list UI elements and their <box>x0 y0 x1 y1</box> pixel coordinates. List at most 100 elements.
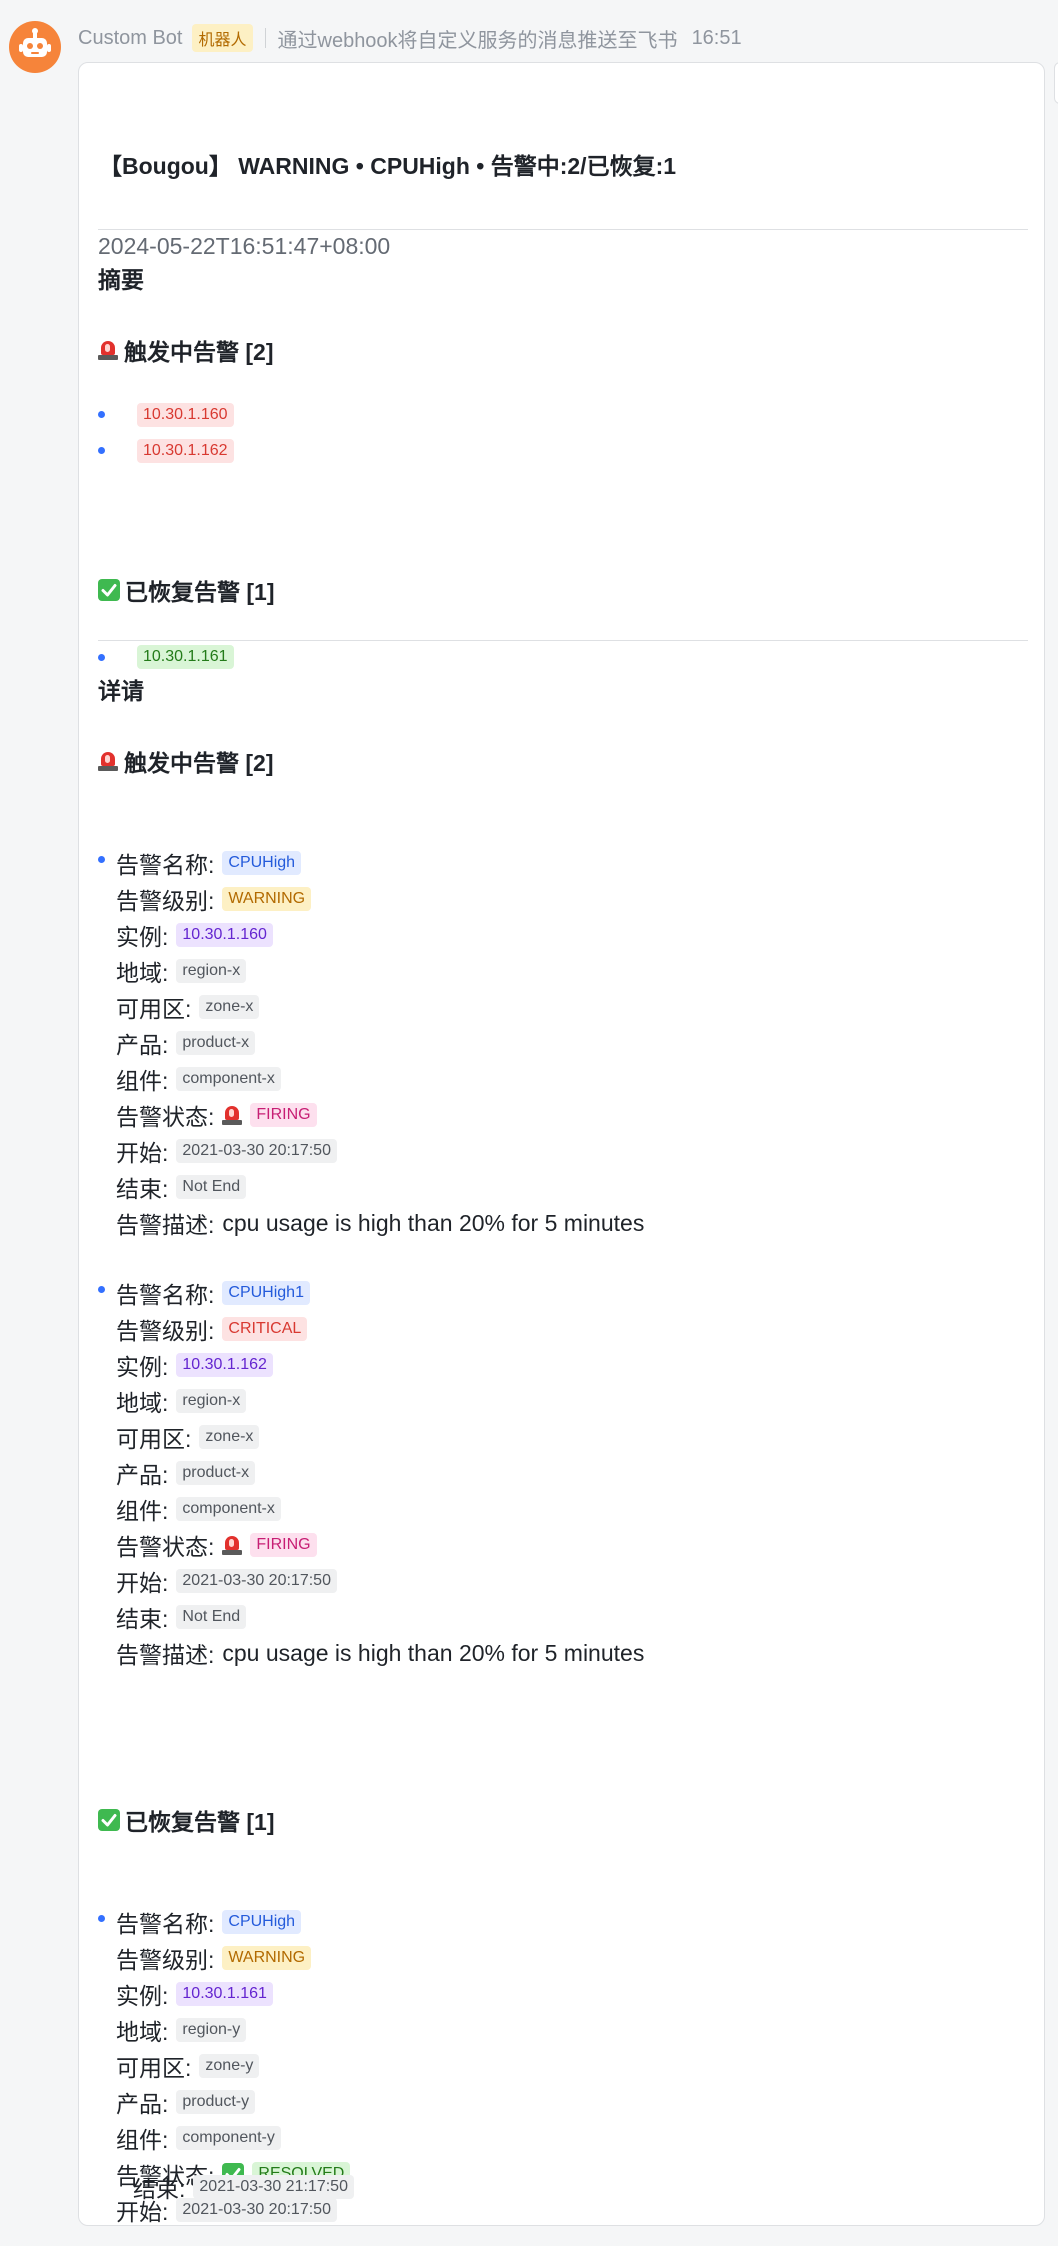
firing-instance-tag: 10.30.1.160 <box>137 403 234 427</box>
message-header: Custom Bot 机器人 通过webhook将自定义服务的消息推送至飞书 1… <box>78 24 742 52</box>
rotating-light-icon <box>98 339 118 361</box>
alert-name-label: 告警名称: <box>116 852 215 878</box>
divider <box>264 28 266 48</box>
adjacent-panel-edge <box>1054 62 1058 104</box>
alert-component-label: 组件: <box>116 1498 169 1524</box>
alert-component-label: 组件: <box>116 2127 169 2153</box>
divider <box>98 640 1028 641</box>
card-timestamp: 2024-05-22T16:51:47+08:00 <box>98 233 391 259</box>
bot-description: 通过webhook将自定义服务的消息推送至飞书 <box>277 29 678 52</box>
summary-resolved-heading-text: 已恢复告警 [1] <box>125 579 275 605</box>
alert-name-tag: CPUHigh <box>222 1910 302 1934</box>
alert-end-label: 结束: <box>133 2176 186 2202</box>
bullet <box>98 411 105 418</box>
alert-description: cpu usage is high than 20% for 5 minutes <box>222 1209 645 1236</box>
alert-product-label: 产品: <box>116 1032 169 1058</box>
alert-component-label: 组件: <box>116 1068 169 1094</box>
summary-firing-heading: 触发中告警 [2] <box>98 333 274 367</box>
alert-product-tag: product-x <box>176 1031 256 1055</box>
alert-desc-label: 告警描述: <box>116 1212 215 1238</box>
details-firing-heading-text: 触发中告警 [2] <box>124 750 274 776</box>
alert-end-row: 结束: 2021-03-30 21:17:50 <box>133 2171 354 2203</box>
alert-name-label: 告警名称: <box>116 1911 215 1937</box>
alert-desc-label: 告警描述: <box>116 1642 215 1668</box>
details-firing-heading: 触发中告警 [2] <box>98 744 274 778</box>
alert-region-tag: region-x <box>176 959 247 983</box>
bullet <box>98 1286 105 1293</box>
alert-component-tag: component-y <box>176 2126 281 2150</box>
bullet <box>98 856 105 863</box>
alert-status-label: 告警状态: <box>116 1534 215 1560</box>
resolved-instance-tag: 10.30.1.161 <box>137 645 234 669</box>
alert-region-label: 地域: <box>116 1390 169 1416</box>
alert-region-tag: region-y <box>176 2018 247 2042</box>
alert-name-label: 告警名称: <box>116 1282 215 1308</box>
card-title: 【Bougou】 WARNING • CPUHigh • 告警中:2/已恢复:1 <box>99 153 677 179</box>
bullet <box>98 654 105 661</box>
details-resolved-heading-text: 已恢复告警 [1] <box>125 1809 275 1835</box>
alert-level-label: 告警级别: <box>116 888 215 914</box>
alert-zone-tag: zone-x <box>199 995 260 1019</box>
alert-level-label: 告警级别: <box>116 1947 215 1973</box>
alert-start-label: 开始: <box>116 1140 169 1166</box>
alert-description: cpu usage is high than 20% for 5 minutes <box>222 1639 645 1666</box>
alert-instance-tag: 10.30.1.162 <box>176 1353 273 1377</box>
rotating-light-icon <box>98 750 118 772</box>
alert-end-tag: 2021-03-30 21:17:50 <box>193 2175 354 2199</box>
check-mark-button-icon <box>98 1809 120 1831</box>
alert-name-tag: CPUHigh <box>222 851 302 875</box>
alert-start-label: 开始: <box>116 1570 169 1596</box>
alert-region-tag: region-x <box>176 1389 247 1413</box>
alert-product-label: 产品: <box>116 2091 169 2117</box>
summary-firing-heading-text: 触发中告警 [2] <box>124 339 274 365</box>
alert-level-tag: WARNING <box>222 1946 312 1970</box>
message-time: 16:51 <box>691 26 742 49</box>
alert-zone-tag: zone-x <box>199 1425 260 1449</box>
alert-instance-label: 实例: <box>116 1354 169 1380</box>
alert-end-label: 结束: <box>116 1606 169 1632</box>
alert-product-tag: product-y <box>176 2090 256 2114</box>
alert-status-tag: FIRING <box>250 1533 317 1557</box>
alert-instance-label: 实例: <box>116 924 169 950</box>
alert-zone-label: 可用区: <box>116 2055 192 2081</box>
alert-end-tag: Not End <box>176 1605 247 1629</box>
alert-component-tag: component-x <box>176 1497 281 1521</box>
alert-region-label: 地域: <box>116 2019 169 2045</box>
summary-heading: 摘要 <box>98 267 144 293</box>
alert-product-label: 产品: <box>116 1462 169 1488</box>
alert-zone-tag: zone-y <box>199 2054 260 2078</box>
firing-instance-tag: 10.30.1.162 <box>137 439 234 463</box>
alert-name-tag: CPUHigh1 <box>222 1281 310 1305</box>
alert-instance-tag: 10.30.1.161 <box>176 1982 273 2006</box>
bullet <box>98 1915 105 1922</box>
alert-start-tag: 2021-03-30 20:17:50 <box>176 1139 337 1163</box>
rotating-light-icon <box>222 1104 243 1126</box>
alert-zone-label: 可用区: <box>116 1426 192 1452</box>
bot-avatar[interactable] <box>9 21 61 73</box>
alert-component-tag: component-x <box>176 1067 281 1091</box>
alert-level-label: 告警级别: <box>116 1318 215 1344</box>
robot-icon <box>19 28 51 57</box>
alert-end-label: 结束: <box>116 1176 169 1202</box>
alert-level-tag: WARNING <box>222 887 312 911</box>
alert-zone-label: 可用区: <box>116 996 192 1022</box>
alert-level-tag: CRITICAL <box>222 1317 308 1341</box>
divider <box>98 229 1028 230</box>
details-heading: 详请 <box>98 678 144 704</box>
alert-product-tag: product-x <box>176 1461 256 1485</box>
bot-badge: 机器人 <box>192 24 253 52</box>
rotating-light-icon <box>222 1534 243 1556</box>
alert-instance-label: 实例: <box>116 1983 169 2009</box>
alert-region-label: 地域: <box>116 960 169 986</box>
alert-status-tag: FIRING <box>250 1103 317 1127</box>
details-resolved-heading: 已恢复告警 [1] <box>98 1803 275 1837</box>
alert-status-label: 告警状态: <box>116 1104 215 1130</box>
message-card: 【Bougou】 WARNING • CPUHigh • 告警中:2/已恢复:1… <box>78 62 1045 2226</box>
alert-start-tag: 2021-03-30 20:17:50 <box>176 1569 337 1593</box>
bullet <box>98 447 105 454</box>
alert-end-tag: Not End <box>176 1175 247 1199</box>
alert-instance-tag: 10.30.1.160 <box>176 923 273 947</box>
check-mark-button-icon <box>98 579 120 601</box>
bot-name[interactable]: Custom Bot <box>78 27 182 50</box>
summary-resolved-heading: 已恢复告警 [1] <box>98 573 275 607</box>
